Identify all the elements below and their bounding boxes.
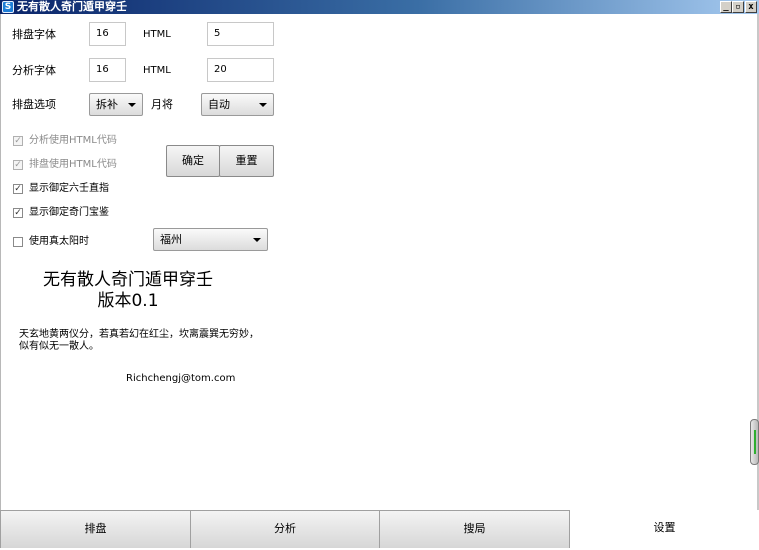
bottom-tab-bar: 排盘 分析 搜局 设置	[0, 510, 759, 550]
tab-layout[interactable]: 排盘	[0, 510, 191, 548]
about-title: 无有散人奇门遁甲穿壬	[43, 270, 213, 290]
scroll-grip[interactable]	[750, 419, 759, 465]
layout-font-label: 排盘字体	[12, 28, 56, 41]
about-poem-line-2: 似有似无一散人。	[19, 341, 99, 352]
chevron-down-icon	[253, 238, 261, 242]
analysis-html-label: HTML	[143, 65, 171, 76]
grip-indicator	[754, 430, 756, 454]
analysis-html-checkbox[interactable]: ✓	[13, 136, 23, 146]
app-icon: S	[2, 1, 14, 13]
true-solar-time-checkbox[interactable]	[13, 237, 23, 247]
confirm-button[interactable]: 确定	[166, 145, 220, 177]
show-qimen-checkbox[interactable]: ✓	[13, 208, 23, 218]
analysis-font-size-input[interactable]: 16	[89, 58, 126, 82]
tab-settings[interactable]: 设置	[570, 510, 759, 548]
month-general-label: 月将	[151, 98, 173, 111]
minimize-button[interactable]: _	[720, 1, 732, 13]
show-liuren-checkbox[interactable]: ✓	[13, 184, 23, 194]
layout-font-size-input[interactable]: 16	[89, 22, 126, 46]
about-version: 版本0.1	[97, 291, 159, 311]
layout-option-value: 拆补	[96, 98, 118, 111]
layout-html-input[interactable]: 5	[207, 22, 274, 46]
reset-button[interactable]: 重置	[219, 145, 274, 177]
tab-search[interactable]: 搜局	[379, 510, 570, 548]
author-email: Richchengj@tom.com	[126, 373, 236, 384]
close-button[interactable]: x	[745, 1, 757, 13]
month-general-select[interactable]: 自动	[201, 93, 274, 116]
layout-html-checkbox[interactable]: ✓	[13, 160, 23, 170]
true-solar-time-option-label: 使用真太阳时	[29, 236, 89, 247]
analysis-font-label: 分析字体	[12, 64, 56, 77]
city-select[interactable]: 福州	[153, 228, 268, 251]
city-value: 福州	[160, 233, 182, 246]
tab-analysis[interactable]: 分析	[190, 510, 380, 548]
layout-html-label: HTML	[143, 29, 171, 40]
analysis-html-option-label: 分析使用HTML代码	[29, 135, 117, 146]
layout-option-select[interactable]: 拆补	[89, 93, 143, 116]
layout-option-label: 排盘选项	[12, 98, 56, 111]
show-qimen-option-label: 显示御定奇门宝鉴	[29, 207, 109, 218]
month-general-value: 自动	[208, 98, 230, 111]
analysis-html-input[interactable]: 20	[207, 58, 274, 82]
window-frame-left	[0, 14, 1, 510]
maximize-button[interactable]: ▫	[732, 1, 744, 13]
layout-html-option-label: 排盘使用HTML代码	[29, 159, 117, 170]
about-poem-line-1: 天玄地黄两仪分，若真若幻在红尘，坎离震巽无穷妙，	[19, 329, 259, 340]
window-titlebar[interactable]: S 无有散人奇门遁甲穿壬 _ ▫ x	[0, 0, 759, 14]
window-title: 无有散人奇门遁甲穿壬	[17, 0, 127, 13]
show-liuren-option-label: 显示御定六壬直指	[29, 183, 109, 194]
chevron-down-icon	[259, 103, 267, 107]
chevron-down-icon	[128, 103, 136, 107]
